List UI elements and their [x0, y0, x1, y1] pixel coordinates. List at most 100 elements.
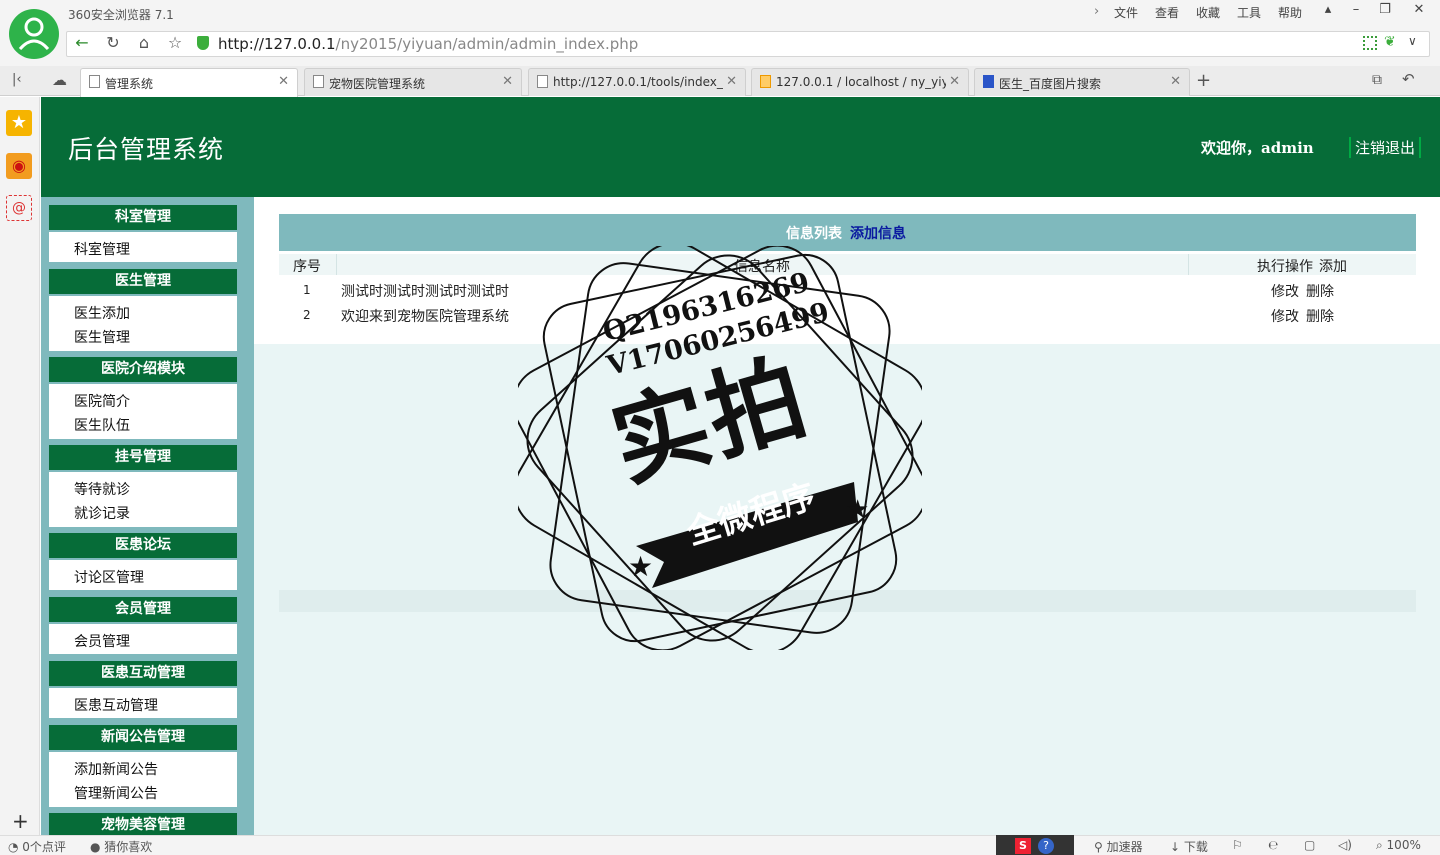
volume-icon[interactable]: ◁)	[1338, 838, 1352, 852]
comments-count[interactable]: ◔ 0个点评	[8, 838, 66, 855]
menu-tools[interactable]: 工具	[1237, 4, 1261, 21]
row-edit-link[interactable]: 修改	[1271, 306, 1299, 326]
recommend-link[interactable]: ● 猜你喜欢	[90, 838, 152, 855]
tab-list-icon[interactable]: ⧉	[1372, 72, 1382, 88]
menu-group-interaction[interactable]: 医患互动管理	[49, 661, 237, 686]
mail-icon[interactable]: @	[6, 195, 32, 221]
list-title: 信息列表	[786, 226, 842, 242]
menu-group-hospital-intro[interactable]: 医院介绍模块	[49, 357, 237, 382]
tab-pet-hospital[interactable]: 宠物医院管理系统 ✕	[304, 68, 522, 96]
ime-toolbar[interactable]	[996, 835, 1074, 855]
chevron-down-icon[interactable]: ∨	[1408, 34, 1417, 48]
row-delete-link[interactable]: 删除	[1306, 306, 1334, 326]
tab-baidu-images[interactable]: 医生_百度图片搜索 ✕	[974, 68, 1190, 96]
security-shield-icon[interactable]	[197, 36, 209, 50]
row-index: 1	[303, 283, 311, 297]
menu-link-news-manage[interactable]: 管理新闻公告	[74, 783, 158, 803]
close-window-button[interactable]: ✕	[1407, 2, 1431, 22]
qr-code-icon[interactable]	[1363, 36, 1377, 50]
sidebar-toggle-icon[interactable]: |‹	[12, 72, 22, 87]
row-name: 欢迎来到宠物医院管理系统	[341, 309, 509, 325]
tab-close-icon[interactable]: ✕	[502, 74, 513, 89]
download-button[interactable]: ↓ 下载	[1170, 838, 1208, 855]
menu-group-members[interactable]: 会员管理	[49, 597, 237, 622]
menu-group-body: 讨论区管理	[49, 560, 237, 590]
minimize-button[interactable]: –	[1344, 2, 1368, 22]
chevron-right-icon[interactable]: ›	[1094, 4, 1099, 19]
new-tab-icon[interactable]: +	[1196, 70, 1211, 91]
menu-group-forum[interactable]: 医患论坛	[49, 533, 237, 558]
row-index: 2	[303, 308, 311, 322]
tab-close-icon[interactable]: ✕	[1170, 74, 1181, 89]
maximize-button[interactable]: ❐	[1373, 2, 1397, 22]
tab-label: 管理系统	[105, 77, 154, 91]
tab-close-icon[interactable]: ✕	[949, 74, 960, 89]
tab-phpmyadmin[interactable]: 127.0.0.1 / localhost / ny_yiyu ✕	[751, 68, 969, 96]
menu-group-body: 医患互动管理	[49, 688, 237, 718]
browser-titlebar	[0, 0, 1440, 30]
add-icon[interactable]: +	[12, 809, 29, 833]
flag-icon[interactable]: ⚐	[1232, 838, 1243, 852]
menu-group-registration[interactable]: 挂号管理	[49, 445, 237, 470]
menu-group-body: 会员管理	[49, 624, 237, 654]
logout-link[interactable]: 注销退出	[1349, 137, 1422, 158]
add-info-link[interactable]: 添加信息	[850, 223, 906, 243]
sogou-ime-icon[interactable]: S	[1015, 838, 1031, 854]
menu-group-doctor[interactable]: 医生管理	[49, 269, 237, 294]
tab-tools[interactable]: http://127.0.0.1/tools/index_ ✕	[528, 68, 746, 96]
ie-mode-icon[interactable]: ℮	[1268, 838, 1278, 852]
bookmark-star-icon[interactable]: ☆	[164, 33, 186, 53]
tab-admin[interactable]: 管理系统 ✕	[80, 68, 298, 97]
menu-link-interaction[interactable]: 医患互动管理	[74, 695, 158, 715]
weibo-icon[interactable]: ◉	[6, 153, 32, 179]
tab-close-icon[interactable]: ✕	[278, 74, 289, 89]
tab-label: 宠物医院管理系统	[329, 77, 426, 91]
column-add-link[interactable]: 添加	[1319, 256, 1347, 276]
menu-group-body: 等待就诊 就诊记录	[49, 472, 237, 527]
url-text[interactable]: http://127.0.0.1/ny2015/yiyuan/admin/adm…	[218, 35, 638, 53]
menu-link-news-add[interactable]: 添加新闻公告	[74, 759, 158, 779]
accelerator-button[interactable]: ⚲ 加速器	[1094, 838, 1143, 855]
menu-link-forum-manage[interactable]: 讨论区管理	[74, 567, 144, 587]
help-icon[interactable]: ?	[1038, 838, 1054, 854]
menu-group-body: 医院简介 医生队伍	[49, 384, 237, 439]
home-icon[interactable]: ⌂	[133, 33, 155, 53]
refresh-icon[interactable]: ↻	[102, 33, 124, 53]
page-icon	[89, 75, 100, 88]
star-icon: ★	[628, 550, 653, 583]
menu-link-department[interactable]: 科室管理	[74, 239, 130, 259]
url-host: http://127.0.0.1	[218, 35, 336, 53]
menu-help[interactable]: 帮助	[1278, 4, 1302, 21]
menu-file[interactable]: 文件	[1114, 4, 1138, 21]
menu-group-department[interactable]: 科室管理	[49, 205, 237, 230]
menu-link-waiting[interactable]: 等待就诊	[74, 479, 130, 499]
menu-link-doctor-team[interactable]: 医生队伍	[74, 415, 130, 435]
menu-favorites[interactable]: 收藏	[1196, 4, 1220, 21]
page-title: 后台管理系统	[68, 135, 225, 164]
window-icon[interactable]: ▢	[1304, 838, 1315, 852]
tab-close-icon[interactable]: ✕	[726, 74, 737, 89]
zoom-level: 100%	[1386, 838, 1421, 852]
menu-link-members[interactable]: 会员管理	[74, 631, 130, 651]
zoom-control[interactable]: ⌕ 100%	[1376, 838, 1421, 853]
menu-group-news[interactable]: 新闻公告管理	[49, 725, 237, 750]
row-delete-link[interactable]: 删除	[1306, 281, 1334, 301]
menu-link-doctor-add[interactable]: 医生添加	[74, 303, 130, 323]
accelerator-text: 加速器	[1106, 840, 1143, 854]
menu-group-grooming[interactable]: 宠物美容管理	[49, 813, 237, 835]
skin-icon[interactable]: ▴	[1316, 2, 1340, 22]
menu-link-hospital-intro[interactable]: 医院简介	[74, 391, 130, 411]
menu-link-visit-records[interactable]: 就诊记录	[74, 503, 130, 523]
undo-close-icon[interactable]: ↶	[1402, 70, 1415, 88]
row-edit-link[interactable]: 修改	[1271, 281, 1299, 301]
leaf-icon[interactable]: ❦	[1384, 34, 1396, 50]
menu-view[interactable]: 查看	[1155, 4, 1179, 21]
cloud-icon[interactable]: ☁	[52, 71, 67, 89]
back-icon[interactable]: ←	[71, 33, 93, 53]
favorites-star-icon[interactable]: ★	[6, 110, 32, 136]
column-divider	[1188, 254, 1189, 275]
browser-logo-icon[interactable]	[9, 9, 59, 59]
menu-link-doctor-manage[interactable]: 医生管理	[74, 327, 130, 347]
admin-menu: 科室管理 科室管理 医生管理 医生添加 医生管理 医院介绍模块 医院简介 医生队…	[41, 197, 254, 835]
tab-label: http://127.0.0.1/tools/index_	[553, 75, 723, 89]
